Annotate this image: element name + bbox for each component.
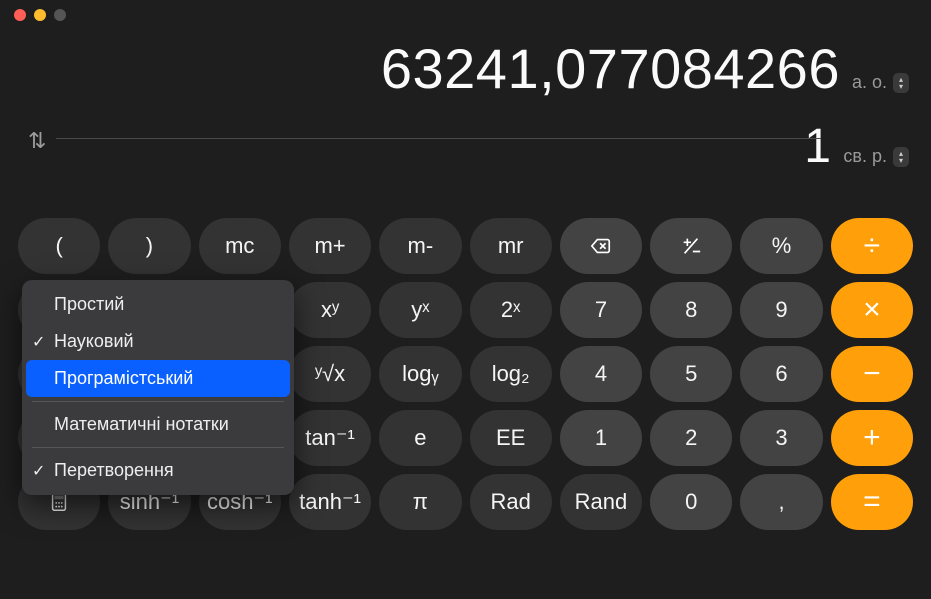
backspace-icon [590, 235, 612, 257]
chevron-updown-icon: ▴▾ [893, 73, 909, 93]
key-multiply[interactable]: × [831, 282, 913, 338]
key-right-paren[interactable]: ) [108, 218, 190, 274]
menu-item-programmer[interactable]: Програмістський [26, 360, 290, 397]
window-titlebar [0, 0, 931, 30]
menu-item-label: Програмістський [54, 368, 193, 389]
key-3[interactable]: 3 [740, 410, 822, 466]
menu-separator [32, 447, 284, 448]
key-9[interactable]: 9 [740, 282, 822, 338]
key-4[interactable]: 4 [560, 346, 642, 402]
minimize-window-button[interactable] [34, 9, 46, 21]
key-6[interactable]: 6 [740, 346, 822, 402]
key-EE[interactable]: EE [470, 410, 552, 466]
menu-item-label: Перетворення [54, 460, 174, 481]
swap-icon[interactable]: ⇅ [28, 128, 46, 154]
menu-item-scientific[interactable]: ✓ Науковий [22, 323, 294, 360]
display-area: 63241,077084266 а. о. ▴▾ 1 св. р. ▴▾ [0, 30, 931, 174]
key-plus-minus[interactable] [650, 218, 732, 274]
key-e[interactable]: e [379, 410, 461, 466]
key-7[interactable]: 7 [560, 282, 642, 338]
checkmark-icon: ✓ [32, 332, 45, 352]
key-tanh-inverse[interactable]: tanh⁻¹ [289, 474, 371, 530]
display-divider [56, 138, 821, 139]
key-8[interactable]: 8 [650, 282, 732, 338]
key-rad[interactable]: Rad [470, 474, 552, 530]
key-mr[interactable]: mr [470, 218, 552, 274]
key-equals[interactable]: = [831, 474, 913, 530]
key-pi[interactable]: π [379, 474, 461, 530]
checkmark-icon: ✓ [32, 461, 45, 481]
primary-unit-selector[interactable]: а. о. ▴▾ [852, 72, 909, 93]
key-log-2[interactable]: log₂ [470, 346, 552, 402]
menu-item-label: Простий [54, 294, 124, 315]
key-tan-inverse[interactable]: tan⁻¹ [289, 410, 371, 466]
key-plus[interactable]: + [831, 410, 913, 466]
key-divide[interactable]: ÷ [831, 218, 913, 274]
menu-item-label: Математичні нотатки [54, 414, 229, 435]
key-1[interactable]: 1 [560, 410, 642, 466]
menu-separator [32, 401, 284, 402]
menu-item-math-notes[interactable]: Математичні нотатки [22, 406, 294, 443]
mode-menu: Простий ✓ Науковий Програмістський Матем… [22, 280, 294, 495]
key-0[interactable]: 0 [650, 474, 732, 530]
chevron-updown-icon: ▴▾ [893, 147, 909, 167]
key-decimal[interactable]: , [740, 474, 822, 530]
close-window-button[interactable] [14, 9, 26, 21]
menu-item-convert[interactable]: ✓ Перетворення [22, 452, 294, 489]
key-rand[interactable]: Rand [560, 474, 642, 530]
secondary-unit-label: св. р. [843, 146, 887, 167]
secondary-unit-selector[interactable]: св. р. ▴▾ [843, 146, 909, 167]
menu-item-label: Науковий [54, 331, 134, 352]
key-mminus[interactable]: m- [379, 218, 461, 274]
key-backspace[interactable] [560, 218, 642, 274]
menu-item-basic[interactable]: Простий [22, 286, 294, 323]
key-2[interactable]: 2 [650, 410, 732, 466]
maximize-window-button[interactable] [54, 9, 66, 21]
plus-minus-icon [680, 235, 702, 257]
primary-unit-label: а. о. [852, 72, 887, 93]
key-left-paren[interactable]: ( [18, 218, 100, 274]
primary-display-value: 63241,077084266 [381, 36, 840, 101]
key-mc[interactable]: mc [199, 218, 281, 274]
key-y-power-x[interactable]: yˣ [379, 282, 461, 338]
key-minus[interactable]: − [831, 346, 913, 402]
key-5[interactable]: 5 [650, 346, 732, 402]
secondary-display-value: 1 [804, 119, 831, 174]
key-percent[interactable]: % [740, 218, 822, 274]
key-log-y[interactable]: logᵧ [379, 346, 461, 402]
key-x-power-y[interactable]: xʸ [289, 282, 371, 338]
key-mplus[interactable]: m+ [289, 218, 371, 274]
key-y-root-x[interactable]: ʸ√x [289, 346, 371, 402]
key-2-power-x[interactable]: 2ˣ [470, 282, 552, 338]
